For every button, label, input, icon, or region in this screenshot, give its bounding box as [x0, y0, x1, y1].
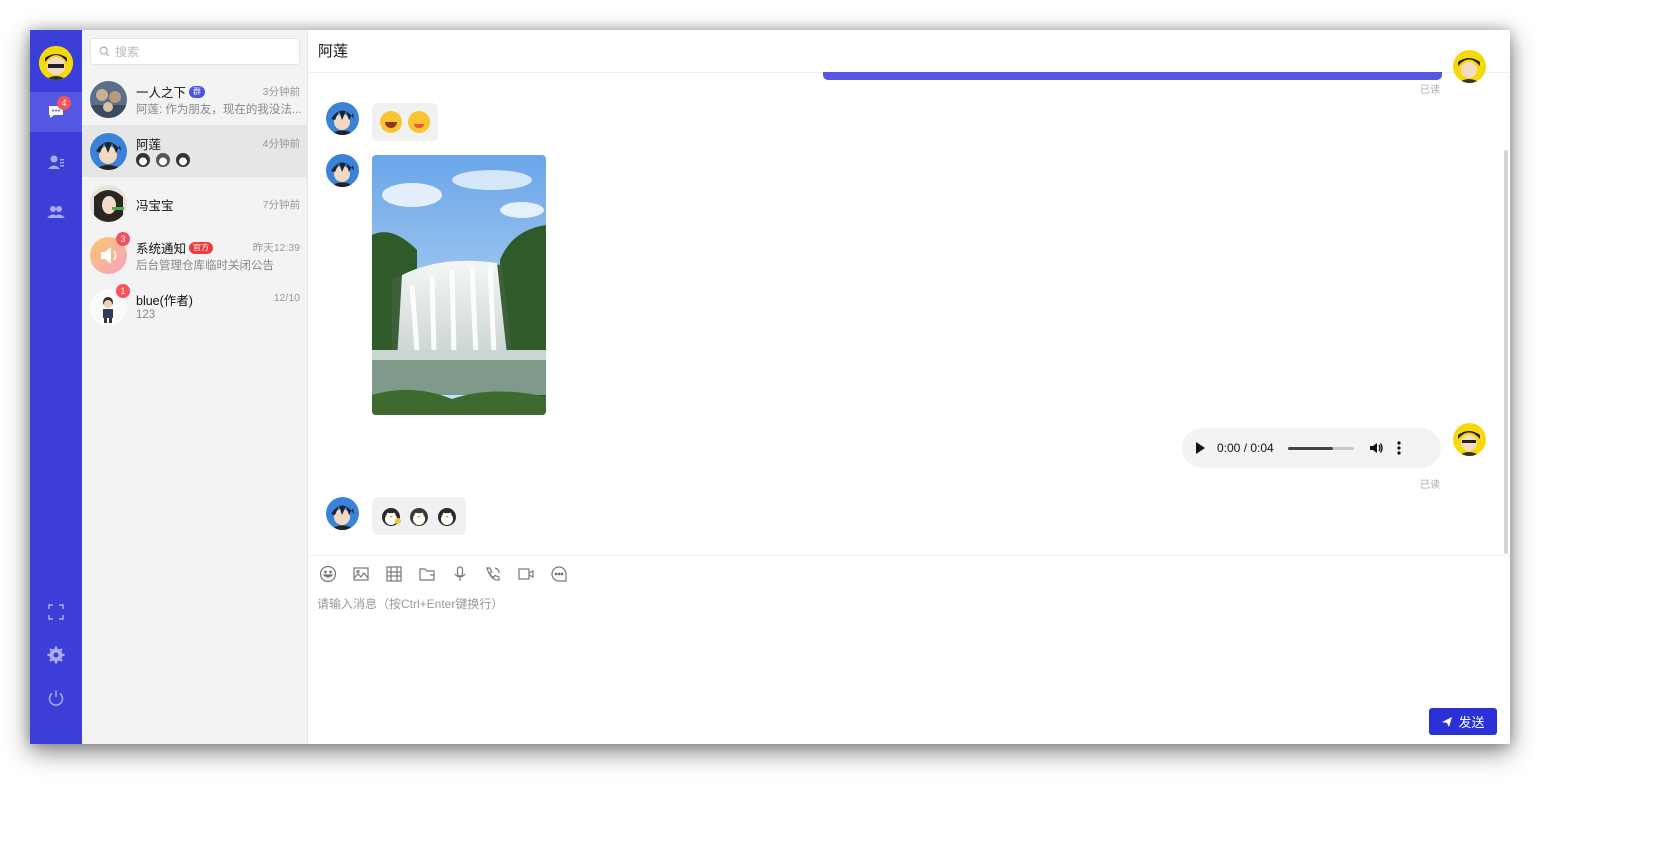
video-file-icon[interactable]	[384, 564, 404, 584]
conversation-item[interactable]: 3 系统通知 官方 昨天12:39 后台管理仓库临时关闭公告	[82, 229, 308, 281]
search-placeholder: 搜索	[115, 45, 140, 59]
nav-rail: 4	[30, 30, 82, 744]
conversation-name: 系统通知 官方	[136, 238, 214, 257]
folder-icon[interactable]	[417, 564, 437, 584]
conversation-item[interactable]: 一人之下 群 3分钟前 阿莲: 作为朋友，现在的我没法...	[82, 73, 308, 125]
read-status: 已读	[1420, 480, 1440, 491]
power-icon	[48, 690, 64, 706]
phone-call-icon[interactable]	[483, 564, 503, 584]
my-message-avatar	[1453, 50, 1486, 83]
read-status: 已读	[1420, 85, 1440, 96]
conversation-item-active[interactable]: 阿莲 4分钟前	[82, 125, 308, 177]
chat-title: 阿莲	[308, 30, 1510, 73]
own-message-bubble	[823, 72, 1442, 80]
conversation-preview: 阿莲: 作为朋友，现在的我没法...	[136, 104, 302, 116]
chat-panel: 阿莲 已读 0:00 / 0:04 已读 请输入消息（按Ctrl+Enter键换…	[308, 30, 1510, 744]
conversation-time: 12/10	[273, 292, 300, 304]
conversation-preview: 123	[136, 309, 156, 321]
fullscreen-icon	[48, 604, 64, 620]
chat-window: 4 搜索 一人之下 群 3分钟前 阿莲: 作为朋友，现在的我没法... 阿莲 4…	[30, 30, 1510, 744]
send-button[interactable]: 发送	[1429, 708, 1497, 735]
message-input[interactable]: 请输入消息（按Ctrl+Enter键换行）	[317, 595, 503, 612]
penguin-emoji-icon	[438, 508, 456, 526]
conversation-name: 冯宝宝	[136, 199, 174, 213]
nav-logout[interactable]	[30, 678, 82, 718]
contact-avatar	[326, 154, 359, 187]
conversation-time: 昨天12:39	[252, 242, 300, 254]
my-avatar[interactable]	[39, 46, 73, 80]
chat-unread-badge: 4	[57, 96, 71, 110]
emoji-icon[interactable]	[318, 564, 338, 584]
more-options-icon[interactable]	[1396, 440, 1402, 456]
nav-contacts[interactable]	[30, 142, 82, 182]
penguin-emoji-icon	[156, 153, 171, 167]
conversation-name: 阿莲	[136, 138, 162, 152]
laughing-emoji-icon	[380, 111, 402, 133]
audio-time: 0:00 / 0:04	[1217, 441, 1274, 455]
avatar	[90, 81, 127, 118]
search-icon	[99, 46, 110, 57]
my-message-avatar	[1453, 423, 1486, 456]
conversation-item[interactable]: 1 blue(作者) 12/10 123	[82, 281, 308, 333]
official-tag: 官方	[189, 241, 214, 254]
volume-icon[interactable]	[1368, 440, 1384, 456]
send-plane-icon	[1442, 716, 1453, 727]
conversation-preview: 后台管理仓库临时关闭公告	[136, 260, 274, 272]
penguin-emoji-icon	[176, 153, 191, 167]
conversation-name: 一人之下 群	[136, 82, 206, 101]
contact-avatar	[326, 102, 359, 135]
avatar	[90, 185, 127, 222]
nav-chat[interactable]: 4	[30, 92, 82, 132]
gear-icon	[47, 646, 65, 664]
group-tag: 群	[189, 85, 206, 98]
send-label: 发送	[1458, 715, 1485, 730]
conversation-item[interactable]: 冯宝宝 7分钟前	[82, 177, 308, 229]
conversation-list: 搜索 一人之下 群 3分钟前 阿莲: 作为朋友，现在的我没法... 阿莲 4分钟…	[82, 30, 308, 744]
penguin-emoji-icon	[136, 153, 150, 167]
conversation-time: 3分钟前	[262, 86, 300, 98]
nav-groups[interactable]	[30, 192, 82, 232]
message-bubble	[372, 497, 466, 535]
unread-badge: 3	[116, 232, 130, 246]
conversation-time: 4分钟前	[262, 138, 300, 150]
penguin-emoji-icon	[382, 508, 401, 526]
message-bubble	[372, 103, 438, 141]
contact-avatar	[326, 497, 359, 530]
group-icon	[47, 206, 65, 218]
unread-badge: 1	[116, 284, 130, 298]
conversation-time: 7分钟前	[262, 199, 300, 211]
chat-history-icon[interactable]	[549, 564, 569, 584]
audio-player[interactable]: 0:00 / 0:04	[1182, 428, 1441, 468]
audio-progress-track[interactable]	[1287, 446, 1354, 450]
play-icon[interactable]	[1196, 442, 1205, 454]
video-call-icon[interactable]	[516, 564, 536, 584]
microphone-icon[interactable]	[450, 564, 470, 584]
image-icon[interactable]	[351, 564, 371, 584]
message-composer: 请输入消息（按Ctrl+Enter键换行） 发送	[308, 555, 1510, 744]
audio-progress-fill	[1287, 446, 1333, 450]
composer-toolbar	[318, 564, 569, 584]
search-input[interactable]: 搜索	[90, 38, 300, 65]
conversation-name: blue(作者)	[136, 294, 193, 308]
messages-scrollbar[interactable]	[1504, 150, 1508, 554]
nav-fullscreen[interactable]	[30, 592, 82, 632]
avatar	[90, 133, 127, 170]
smiling-emoji-icon	[408, 111, 430, 133]
contacts-icon	[48, 155, 64, 169]
waterfall-photo[interactable]	[372, 155, 546, 415]
conversation-preview-emojis	[136, 153, 302, 167]
penguin-emoji-icon	[410, 508, 428, 526]
nav-settings[interactable]	[30, 635, 82, 675]
